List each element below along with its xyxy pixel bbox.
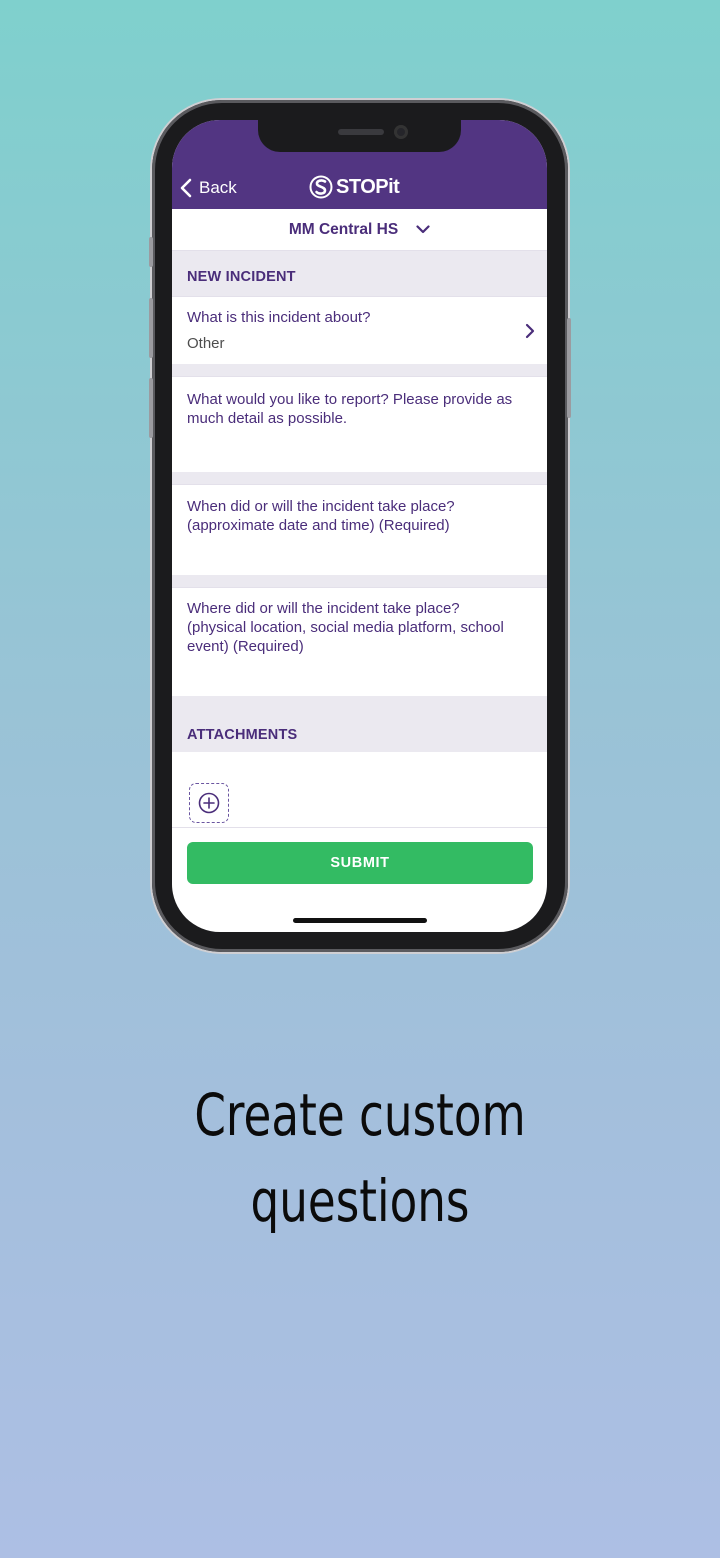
caption-line-1: Create custom xyxy=(194,1081,526,1149)
divider xyxy=(172,827,547,828)
volume-down-button xyxy=(149,378,153,438)
where-field[interactable]: Where did or will the incident take plac… xyxy=(172,587,547,697)
stopit-logo-icon xyxy=(309,175,333,199)
stopit-logo: STOPit xyxy=(309,173,400,201)
silent-switch xyxy=(149,237,153,267)
new-incident-title: NEW INCIDENT xyxy=(187,269,296,285)
where-question: Where did or will the incident take plac… xyxy=(187,600,504,655)
power-button xyxy=(567,318,571,418)
promo-caption: Create custom questions xyxy=(79,1072,641,1244)
home-indicator xyxy=(293,918,427,923)
new-incident-header: NEW INCIDENT xyxy=(172,251,547,296)
submit-button[interactable]: SUBMIT xyxy=(187,842,533,884)
about-answer: Other xyxy=(187,335,225,352)
speaker xyxy=(338,129,384,135)
incident-about-row[interactable]: What is this incident about? Other xyxy=(172,296,547,365)
school-name: MM Central HS xyxy=(288,220,399,238)
plus-circle-icon xyxy=(198,792,220,814)
report-question: What would you like to report? Please pr… xyxy=(187,391,513,427)
chevron-down-icon xyxy=(416,225,430,234)
spacer xyxy=(172,364,547,376)
report-detail-field[interactable]: What would you like to report? Please pr… xyxy=(172,376,547,473)
notch xyxy=(258,120,461,152)
attachments-title: ATTACHMENTS xyxy=(187,727,298,743)
spacer xyxy=(172,472,547,484)
school-selector[interactable]: MM Central HS xyxy=(172,209,547,251)
back-button[interactable]: Back xyxy=(180,176,237,200)
back-chevron-icon xyxy=(180,178,192,198)
about-question: What is this incident about? xyxy=(187,309,371,326)
logo-text: STOPit xyxy=(336,175,400,198)
add-attachment-button[interactable] xyxy=(189,783,229,823)
phone-screen: Back STOPit MM Central HS NEW INCIDENT W… xyxy=(172,120,547,932)
back-label: Back xyxy=(199,178,237,197)
chevron-right-icon xyxy=(525,323,535,339)
spacer xyxy=(172,575,547,587)
when-field[interactable]: When did or will the incident take place… xyxy=(172,484,547,576)
when-question: When did or will the incident take place… xyxy=(187,498,455,534)
attachments-header: ATTACHMENTS xyxy=(172,696,547,752)
caption-line-2: questions xyxy=(250,1167,470,1235)
front-camera xyxy=(394,125,408,139)
volume-up-button xyxy=(149,298,153,358)
